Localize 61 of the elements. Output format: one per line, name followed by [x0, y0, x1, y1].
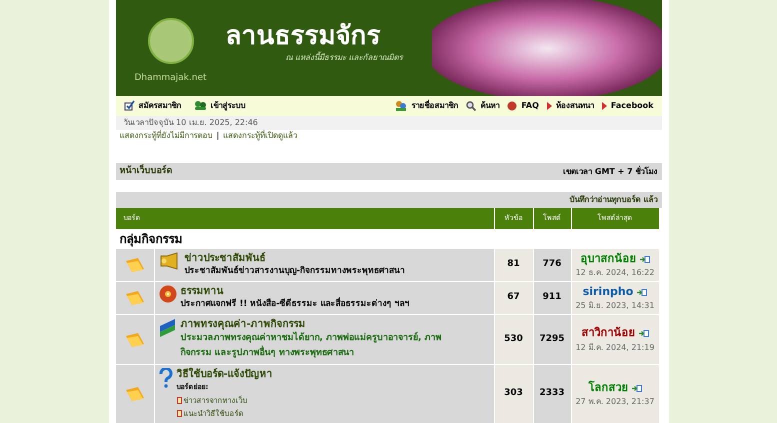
last-post-time: 25 มิ.ย. 2023, 14:31: [576, 300, 654, 312]
forum-description: ประกาศแจกฟรี !! หนังสือ-ซีดีธรรมะ และสื่อธรรมะต่างๆ ฯลฯ: [180, 298, 410, 311]
topics-count: 67: [494, 282, 532, 314]
forum-title-link[interactable]: ภาพทรงคุณค่า-ภาพกิจกรรม: [180, 318, 450, 331]
nav-link[interactable]: Facebook: [602, 100, 654, 112]
posts-count: 2333: [534, 365, 570, 423]
people-icon: [194, 100, 206, 112]
nav-link[interactable]: FAQ: [507, 100, 539, 112]
last-poster-link[interactable]: โลกสวย: [588, 380, 628, 396]
folder-icon: [124, 332, 144, 348]
last-post-time: 12 มี.ค. 2024, 21:19: [576, 342, 654, 354]
folder-icon: [124, 290, 144, 306]
posts-count: 7295: [534, 315, 570, 364]
go-to-post-icon[interactable]: [640, 256, 650, 262]
posts-count: 911: [534, 282, 570, 314]
topics-count: 530: [494, 315, 532, 364]
triangle-bullet-icon: [602, 102, 607, 110]
last-poster-link[interactable]: อุบาสกน้อย: [580, 250, 636, 268]
disc-icon: [158, 285, 176, 303]
topic-filter-link[interactable]: แสดงกระทู้ที่ยังไม่มีการตอบ: [120, 130, 212, 142]
forum-description: ประชาสัมพันธ์ข่าวสารงานบุญ-กิจกรรมทางพระพุทธศาสนา: [184, 265, 406, 278]
last-poster-link[interactable]: sirinpho: [582, 284, 634, 300]
ball-icon: [507, 100, 518, 111]
forum-description: ประมวลภาพทรงคุณค่าหาชมได้ยาก, ภาพพ่อแม่ครูบาอาจารย์, ภาพกิจกรรม และรูปภาพอื่นๆ ทางพระพุทธศาสนา: [180, 331, 443, 360]
pencil-check-icon: [124, 100, 134, 112]
nav-link[interactable]: รายชื่อสมาชิก: [395, 100, 458, 112]
forum-title-link[interactable]: ข่าวประชาสัมพันธ์: [184, 252, 406, 265]
forum-title-link[interactable]: ธรรมทาน: [180, 285, 410, 298]
category-title: กลุ่มกิจกรรม: [118, 231, 184, 248]
go-to-post-icon[interactable]: [637, 288, 648, 296]
nav-link[interactable]: ค้นหา: [466, 100, 500, 112]
timezone-label: เขตเวลา GMT + 7 ชั่วโมง: [563, 166, 658, 178]
site-tagline: ณ แหล่งนี้มีธรรมะ และกัลยาณมิตร: [286, 52, 403, 64]
nav-link[interactable]: เข้าสู่ระบบ: [194, 100, 246, 112]
last-post-time: 12 ธ.ค. 2024, 16:22: [576, 267, 654, 280]
users-icon: [395, 100, 408, 112]
search-icon: [466, 100, 476, 111]
posts-count: 776: [534, 249, 570, 281]
logo-caption: Dhammajak.net: [134, 72, 207, 86]
go-to-post-icon[interactable]: [638, 330, 648, 337]
site-title: ลานธรรมจักร: [226, 20, 380, 52]
topics-count: 81: [494, 249, 532, 281]
question-mark-icon: [158, 368, 172, 388]
folder-icon: [124, 257, 144, 273]
go-to-post-icon[interactable]: [632, 384, 642, 392]
last-poster-link[interactable]: สาวิกาน้อย: [582, 325, 634, 342]
flag-icon: [158, 318, 176, 338]
trumpet-icon: [158, 252, 180, 270]
topics-count: 303: [494, 365, 532, 423]
logo-emblem: [148, 18, 194, 64]
nav-link[interactable]: สมัครสมาชิก: [124, 100, 182, 112]
topic-filter-link[interactable]: แสดงกระทู้ที่เปิดดูแล้ว: [223, 130, 298, 142]
link-separator: |: [216, 130, 220, 142]
breadcrumb-link[interactable]: หน้าเว็บบอร์ด: [120, 165, 172, 179]
triangle-bullet-icon: [546, 102, 552, 110]
forum-title-link[interactable]: วิธีใช้บอร์ด-แจ้งปัญหา: [176, 368, 273, 381]
last-post-time: 27 พ.ค. 2023, 21:37: [576, 396, 654, 408]
current-time-bar: วันเวลาปัจจุบัน 10 เม.ย. 2025, 22:46: [116, 116, 662, 130]
folder-icon: [124, 386, 144, 402]
mark-read-link[interactable]: บันทึกว่าอ่านทุกบอร์ด แล้ว: [570, 194, 658, 206]
nav-link[interactable]: ห้องสนทนา: [546, 100, 594, 112]
